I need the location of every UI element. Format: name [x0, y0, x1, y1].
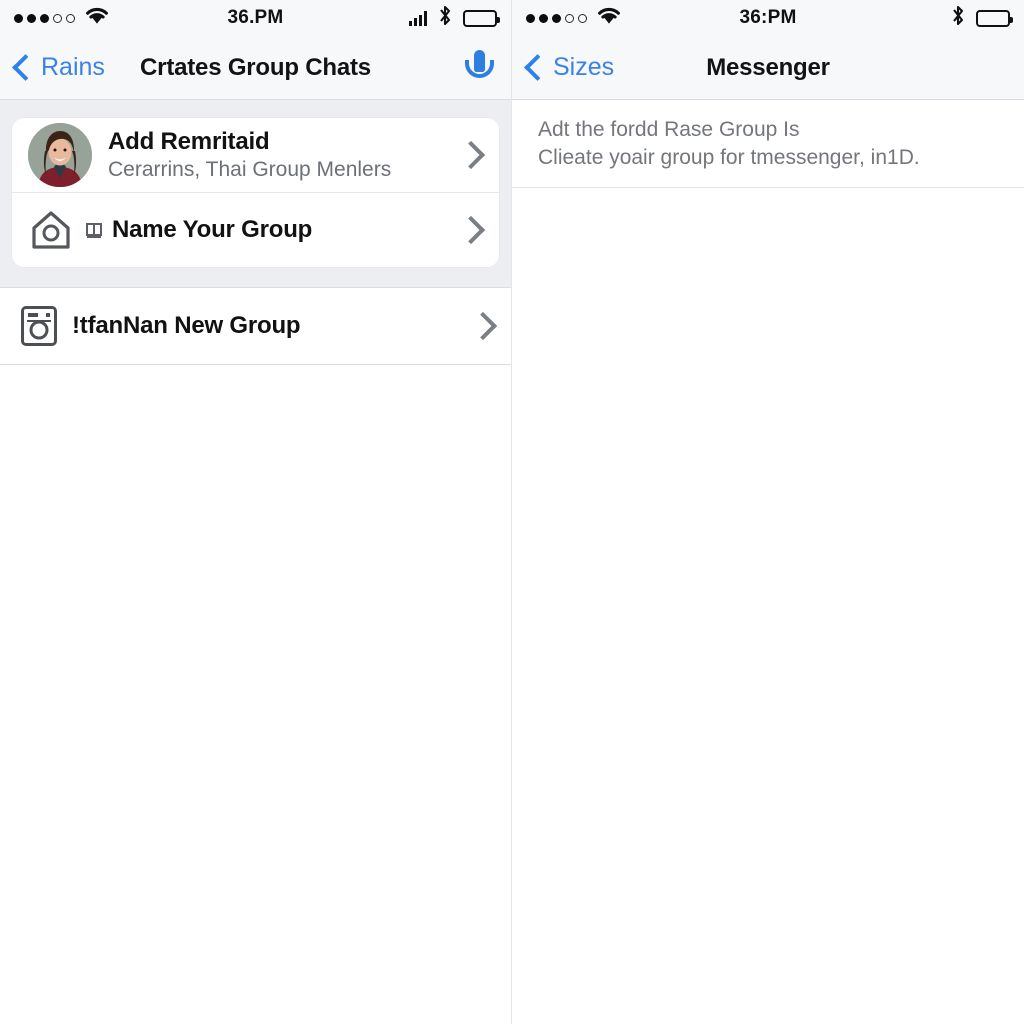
- signal-dot-filled: [552, 13, 561, 23]
- avatar: [28, 123, 92, 187]
- row-text-block: Name Your Group: [112, 216, 449, 244]
- row-text-block: Add Remritaid Cerarrins, Thai Group Menl…: [108, 128, 449, 183]
- washer-camera-icon: [16, 303, 62, 349]
- chevron-right-icon: [456, 140, 486, 170]
- signal-dots: [14, 13, 75, 23]
- chevron-left-icon: [12, 54, 39, 81]
- status-left-group: [14, 6, 110, 30]
- back-button-label: Rains: [41, 53, 105, 81]
- signal-dot-filled: [40, 13, 49, 23]
- bluetooth-icon: [436, 5, 454, 31]
- info-line-2: Clieate yoair group for tmessenger, in1D…: [538, 145, 920, 169]
- info-line-1: Adt the fordd Rase Group Is: [538, 118, 800, 141]
- row-add-members[interactable]: Add Remritaid Cerarrins, Thai Group Menl…: [12, 118, 499, 192]
- battery-full-icon: [976, 9, 1013, 27]
- signal-dot-filled: [539, 13, 548, 23]
- status-right-group: [949, 5, 1013, 31]
- row-subtitle: Cerarrins, Thai Group Menlers: [108, 158, 392, 182]
- row-name-your-group[interactable]: Name Your Group: [12, 192, 499, 267]
- status-right-group: [409, 5, 500, 31]
- microphone-icon: [461, 48, 497, 88]
- signal-dot-empty: [578, 13, 587, 23]
- row-title: !tfanNan New Group: [72, 312, 301, 340]
- right-status-bar: 36:PM: [512, 0, 1024, 36]
- left-screen: 36.PM Rains Crtates Group Chats Add Remr…: [0, 0, 512, 1024]
- wifi-icon: [596, 6, 622, 30]
- row-title: Name Your Group: [112, 216, 313, 244]
- grouped-section: Add Remritaid Cerarrins, Thai Group Menl…: [0, 100, 511, 287]
- signal-dot-filled: [526, 13, 535, 23]
- chevron-right-icon: [456, 215, 486, 245]
- house-camera-icon: [28, 207, 74, 253]
- bluetooth-icon: [949, 5, 967, 31]
- signal-dots: [526, 13, 587, 23]
- microphone-button[interactable]: [461, 48, 497, 88]
- back-button-label: Sizes: [553, 53, 615, 81]
- back-button[interactable]: Sizes: [524, 53, 615, 82]
- signal-dot-filled: [14, 13, 23, 23]
- small-badge-icon: [84, 220, 104, 240]
- back-button[interactable]: Rains: [12, 53, 105, 82]
- right-nav-bar: Sizes Messenger: [512, 36, 1024, 100]
- right-screen: 36:PM Sizes Messenger Adt the fordd Rase…: [512, 0, 1024, 1024]
- row-new-group[interactable]: !tfanNan New Group: [0, 287, 511, 365]
- signal-dot-empty: [53, 13, 62, 23]
- signal-dot-filled: [27, 13, 36, 23]
- status-left-group: [526, 6, 622, 30]
- row-title: Add Remritaid: [108, 127, 270, 155]
- dual-screen-container: 36.PM Rains Crtates Group Chats Add Remr…: [0, 0, 1024, 1024]
- cellular-bars-icon: [409, 10, 427, 26]
- chevron-left-icon: [524, 54, 551, 81]
- info-description-block: Adt the fordd Rase Group Is Clieate yoai…: [512, 100, 1024, 189]
- signal-dot-empty: [66, 13, 75, 23]
- chevron-right-icon: [468, 311, 498, 341]
- left-status-bar: 36.PM: [0, 0, 511, 36]
- battery-full-icon: [463, 9, 500, 27]
- left-nav-bar: Rains Crtates Group Chats: [0, 36, 511, 100]
- settings-card: Add Remritaid Cerarrins, Thai Group Menl…: [12, 118, 499, 267]
- signal-dot-empty: [565, 13, 574, 23]
- row-text-block: !tfanNan New Group: [72, 312, 461, 340]
- wifi-icon: [84, 6, 110, 30]
